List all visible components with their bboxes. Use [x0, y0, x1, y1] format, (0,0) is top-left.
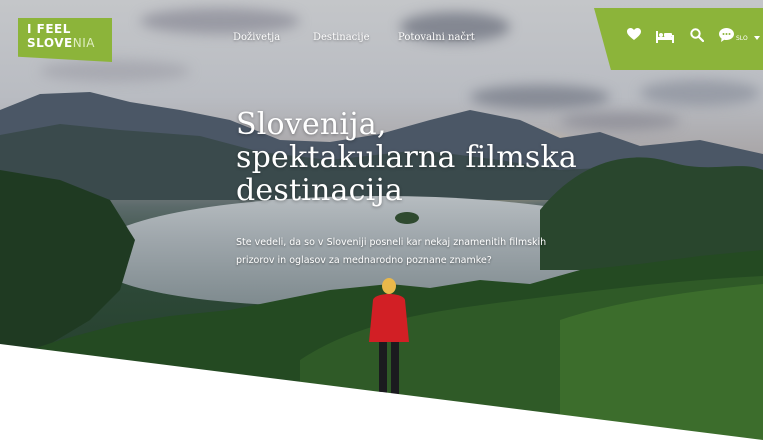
heart-icon[interactable]	[627, 28, 641, 46]
hero-headline: Slovenija, spektakularna filmska destina…	[236, 108, 596, 207]
search-icon[interactable]	[690, 28, 705, 47]
nav-item-potovalni-nacrt[interactable]: Potovalni načrt	[398, 32, 475, 43]
headline-line: spektakularna filmska	[236, 140, 577, 175]
logo[interactable]: I FEEL SLOVENIA	[18, 18, 112, 62]
lede-line: prizorov in oglasov za mednarodno poznan…	[236, 255, 492, 266]
page: I FEEL SLOVENIA Doživetja Destinacije Po…	[0, 0, 763, 440]
headline-line: destinacija	[236, 173, 403, 208]
chevron-down-icon[interactable]	[754, 36, 760, 40]
hero-lede: Ste vedeli, da so v Sloveniji posneli ka…	[236, 234, 566, 270]
bed-icon[interactable]	[656, 30, 674, 48]
headline-line: Slovenija,	[236, 107, 387, 142]
logo-line1: I FEEL	[27, 22, 71, 36]
lede-line: Ste vedeli, da so v Sloveniji posneli ka…	[236, 237, 547, 248]
island	[395, 212, 419, 224]
nav-item-dozivetja[interactable]: Doživetja	[233, 32, 280, 43]
chat-icon[interactable]	[719, 28, 734, 47]
nav-item-destinacije[interactable]: Destinacije	[313, 32, 370, 43]
person-figure	[365, 278, 413, 403]
language-selector[interactable]: SLO	[736, 35, 748, 42]
logo-line2: SLOVENIA	[27, 36, 95, 50]
